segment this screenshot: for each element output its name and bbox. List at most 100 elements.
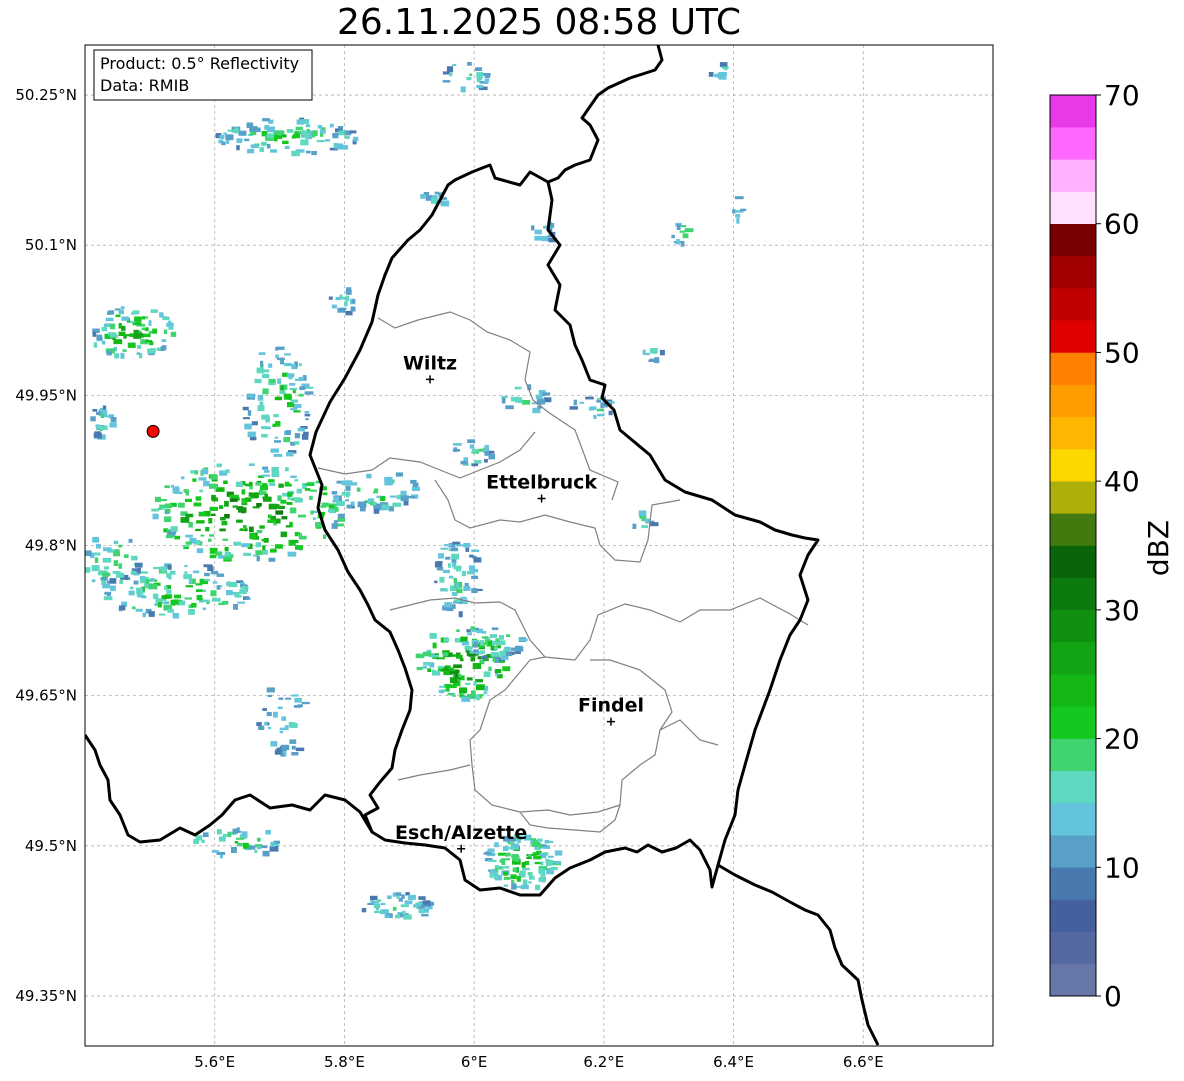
echo-cell — [649, 522, 659, 527]
echo-cell — [277, 706, 283, 709]
echo-cell — [494, 865, 500, 869]
echo-cell — [222, 538, 229, 541]
echo-cell — [529, 838, 536, 841]
echo-cell — [540, 861, 544, 866]
echo-cell — [434, 580, 438, 584]
echo-cell — [268, 726, 272, 730]
echo-cell — [161, 339, 167, 343]
echo-cell — [337, 307, 346, 313]
echo-cell — [471, 588, 478, 593]
echo-cell — [255, 550, 263, 555]
echo-cell — [554, 860, 561, 864]
echo-cell — [106, 350, 112, 356]
echo-cell — [501, 395, 508, 398]
echo-cell — [94, 557, 99, 563]
echo-cell — [141, 327, 146, 331]
echo-cell — [103, 415, 109, 418]
echo-cell — [463, 543, 471, 548]
echo-cell — [212, 581, 218, 584]
echo-cell — [511, 879, 515, 884]
echo-cell — [334, 522, 338, 526]
echo-cell — [416, 666, 423, 671]
echo-cell — [258, 489, 264, 496]
echo-cell — [351, 299, 356, 304]
echo-cell — [262, 850, 270, 857]
echo-cell — [171, 484, 175, 488]
echo-cell — [262, 545, 266, 551]
echo-cell — [226, 590, 233, 596]
echo-cell — [200, 534, 205, 537]
echo-cell — [440, 547, 449, 550]
echo-cell — [489, 450, 495, 454]
echo-cell — [85, 567, 91, 573]
echo-cell — [483, 691, 488, 695]
echo-cell — [487, 641, 492, 647]
echo-cell — [294, 433, 301, 439]
echo-cell — [262, 466, 269, 470]
echo-cell — [455, 582, 459, 589]
echo-cell — [256, 837, 261, 842]
echo-cell — [449, 72, 453, 77]
echo-cell — [466, 629, 471, 633]
echo-cell — [471, 690, 476, 697]
echo-cell — [453, 443, 462, 446]
echo-cell — [241, 543, 250, 548]
echo-cell — [261, 426, 267, 430]
echo-cell — [262, 388, 269, 395]
echo-cell — [195, 496, 202, 501]
echo-cell — [101, 327, 108, 332]
echo-cell — [388, 506, 394, 512]
echo-cell — [466, 646, 472, 651]
echo-cell — [282, 140, 289, 145]
echo-cell — [271, 471, 280, 477]
echo-cell — [233, 604, 238, 610]
echo-cell — [538, 877, 545, 882]
echo-cell — [719, 62, 728, 68]
echo-cell — [185, 498, 192, 502]
echo-cell — [471, 448, 477, 454]
echo-cell — [298, 363, 302, 367]
echo-cell — [484, 78, 490, 82]
echo-cell — [247, 431, 256, 438]
echo-cell — [121, 316, 129, 321]
echo-cell — [596, 408, 605, 412]
echo-cell — [261, 373, 270, 379]
lon-tick-label: 5.6°E — [194, 1053, 235, 1071]
echo-cell — [216, 585, 221, 590]
echo-cell — [190, 470, 196, 474]
echo-cell — [301, 433, 309, 440]
echo-cell — [255, 542, 262, 548]
echo-cell — [519, 870, 526, 876]
echo-cell — [438, 553, 444, 559]
echo-cell — [328, 509, 332, 512]
echo-cell — [453, 447, 458, 452]
echo-cell — [422, 904, 429, 908]
echo-cell — [368, 498, 374, 501]
echo-cell — [256, 555, 260, 562]
echo-cell — [304, 391, 314, 395]
echo-cell — [141, 595, 147, 599]
echo-cell — [294, 531, 298, 537]
echo-cell — [411, 486, 421, 491]
echo-cell — [372, 502, 377, 506]
echo-cell — [114, 353, 120, 359]
echo-cell — [526, 856, 532, 859]
echo-cell — [268, 378, 276, 383]
echo-cell — [353, 136, 359, 142]
echo-cell — [331, 304, 337, 309]
echo-cell — [452, 694, 456, 697]
echo-cell — [639, 515, 647, 519]
echo-cell — [288, 722, 296, 728]
echo-cell — [284, 483, 292, 487]
echo-cell — [632, 523, 637, 529]
echo-cell — [517, 397, 522, 403]
info-data-source: Data: RMIB — [100, 76, 189, 95]
echo-cell — [579, 401, 584, 404]
echo-cell — [361, 908, 367, 913]
echo-cell — [247, 148, 255, 154]
echo-cell — [279, 727, 289, 730]
echo-cell — [234, 841, 239, 844]
echo-cell — [192, 570, 200, 574]
echo-cell — [286, 451, 294, 457]
echo-cell — [184, 597, 192, 600]
